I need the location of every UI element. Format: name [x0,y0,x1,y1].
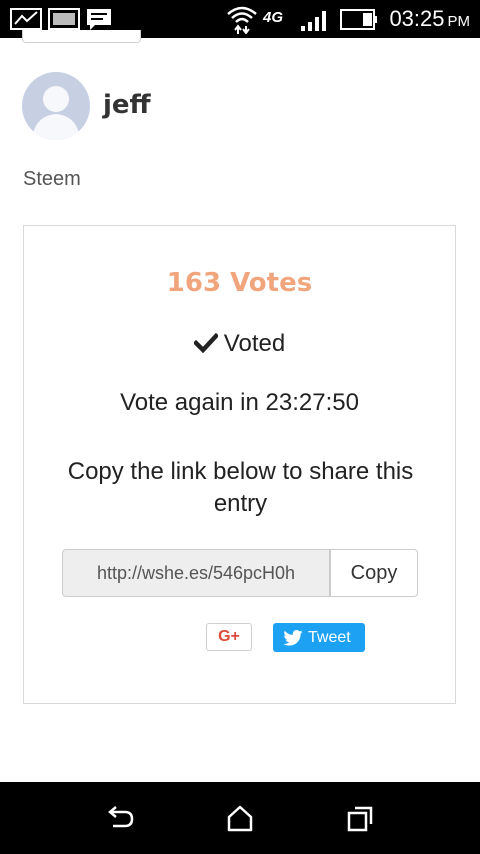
home-icon [227,805,253,832]
clock: 03:25 PM [389,6,470,32]
tweet-button[interactable]: Tweet [273,623,365,652]
navigation-bar [0,782,480,854]
share-link-field[interactable]: http://wshe.es/546pcH0h [62,549,330,597]
partially-visible-button[interactable] [22,30,141,43]
avatar-placeholder-icon [32,86,80,140]
voted-status: Voted [24,330,455,358]
tweet-label: Tweet [308,629,351,646]
vote-count: 163 Votes [166,268,313,298]
home-button[interactable] [223,802,257,836]
copy-button[interactable]: Copy [330,549,418,597]
signal-icon [300,10,330,37]
share-instructions: Copy the link below to share this entry [67,458,414,517]
recent-apps-button[interactable] [343,802,377,836]
google-plus-button[interactable]: G+ [206,623,252,651]
vote-again-timer: Vote again in 23:27:50 [120,389,359,416]
back-icon [108,806,134,828]
checkmark-icon [192,332,219,354]
battery-icon [340,9,378,36]
wifi-icon [226,4,258,39]
author-name[interactable]: jeff [103,90,151,120]
back-button[interactable] [103,802,137,836]
category-label: Steem [23,168,81,190]
clock-time: 03:25 [389,6,445,31]
voted-label: Voted [223,330,286,357]
recent-apps-icon [347,806,373,832]
clock-ampm: PM [447,13,471,30]
avatar[interactable] [22,72,90,140]
twitter-bird-icon [283,630,303,646]
vote-card: 163 Votes Voted Vote again in 23:27:50 C… [23,225,456,704]
network-type: 4G [263,9,284,26]
